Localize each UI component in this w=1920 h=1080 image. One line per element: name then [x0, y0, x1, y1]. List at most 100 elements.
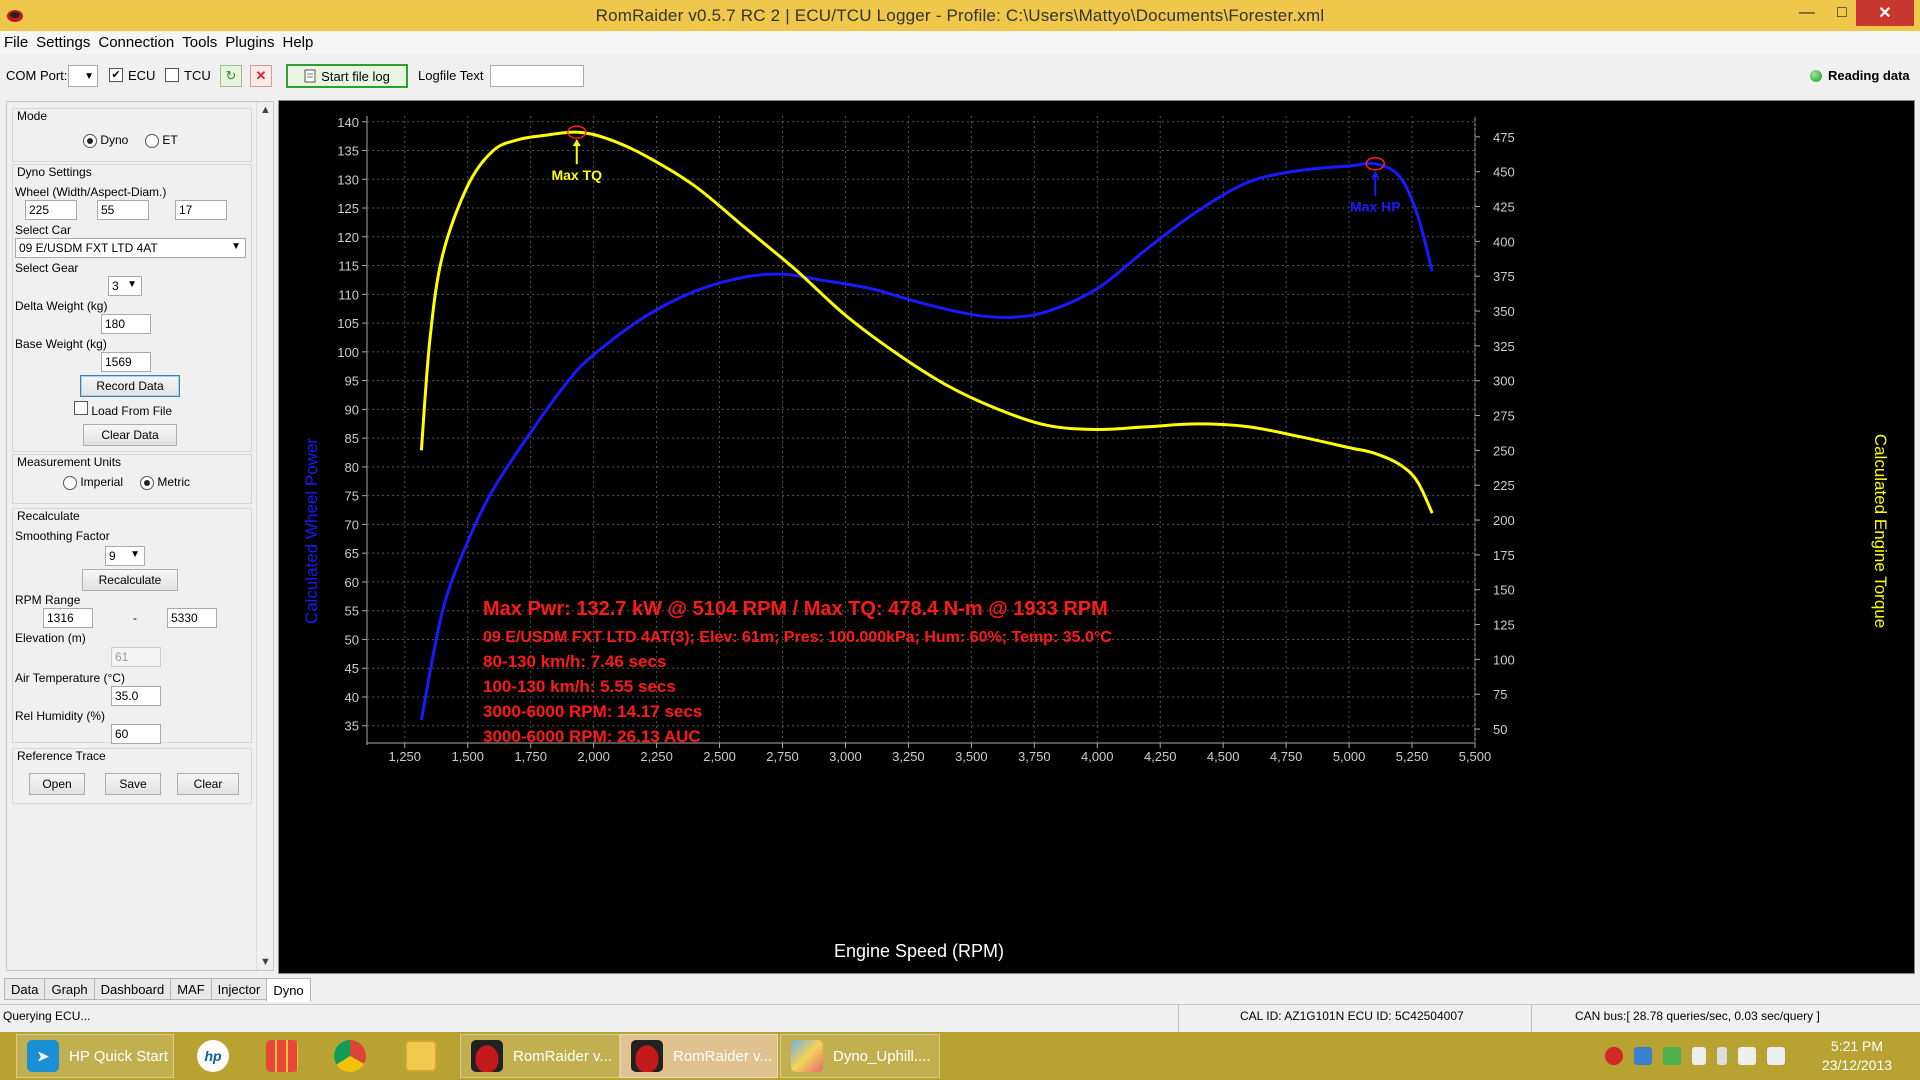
security-check-icon[interactable]: [1663, 1047, 1681, 1065]
airplane-mode-icon[interactable]: [1738, 1047, 1756, 1065]
gear-select[interactable]: 3 ▼: [108, 276, 142, 296]
x-tick-label: 1,250: [388, 749, 421, 764]
mode-group: Mode Dyno ET: [12, 108, 252, 162]
x-tick-label: 5,500: [1459, 749, 1492, 764]
taskbar-file-explorer[interactable]: [400, 1034, 442, 1078]
refresh-connection-icon[interactable]: ↻: [220, 65, 242, 87]
x-tick-label: 3,750: [1018, 749, 1051, 764]
romraider-app-icon[interactable]: [6, 6, 24, 24]
tab-dashboard[interactable]: Dashboard: [93, 978, 172, 1000]
ecu-checkbox[interactable]: ✔: [109, 68, 123, 82]
tab-data[interactable]: Data: [4, 978, 46, 1000]
romraider-icon: [631, 1040, 663, 1072]
recalculate-button[interactable]: Recalculate: [82, 569, 178, 591]
smoothing-factor-select[interactable]: 9 ▼: [105, 546, 145, 566]
status-divider: [1178, 1005, 1179, 1032]
open-reference-button[interactable]: Open: [29, 773, 85, 795]
chevron-down-icon: ▼: [127, 279, 137, 290]
menu-file[interactable]: File: [4, 34, 28, 51]
panel-scrollbar[interactable]: ▲ ▼: [256, 102, 273, 970]
close-button[interactable]: ✕: [1856, 0, 1914, 26]
taskbar-romraider-1[interactable]: RomRaider v...: [460, 1034, 620, 1078]
air-temperature-input[interactable]: [111, 686, 161, 706]
unit-metric-option[interactable]: Metric: [140, 475, 190, 490]
hp-logo-icon: hp: [197, 1040, 229, 1072]
rpm-max-input[interactable]: [167, 608, 217, 628]
wheel-aspect-input[interactable]: [97, 200, 149, 220]
y-right-tick-label: 125: [1493, 618, 1515, 633]
dyno-chart-panel: 1,250 1,500 1,750 2,000 2,250 2,500 2,750 3,000…: [278, 100, 1915, 974]
tab-maf[interactable]: MAF: [170, 978, 212, 1000]
summary-line-5: 3000-6000 RPM: 14.17 secs: [483, 702, 702, 721]
reference-trace-group: Reference Trace Open Save Clear: [12, 748, 252, 804]
taskbar-hp-quick-start[interactable]: ➤ HP Quick Start: [16, 1034, 174, 1078]
tab-dyno[interactable]: Dyno: [266, 978, 311, 1002]
scroll-up-icon[interactable]: ▲: [260, 104, 271, 116]
unit-imperial-option[interactable]: Imperial: [63, 475, 123, 490]
car-select[interactable]: 09 E/USDM FXT LTD 4AT ▼: [15, 238, 246, 258]
disconnect-icon[interactable]: ✕: [250, 65, 272, 87]
dyno-radio[interactable]: [83, 133, 97, 148]
clear-data-button[interactable]: Clear Data: [83, 424, 177, 446]
dyno-settings-group: Dyno Settings Wheel (Width/Aspect-Diam.)…: [12, 164, 252, 452]
dyno-chart: 1,250 1,500 1,750 2,000 2,250 2,500 2,750 3,000…: [302, 115, 1890, 961]
taskbar-chrome[interactable]: [330, 1034, 370, 1078]
menu-help[interactable]: Help: [283, 34, 314, 51]
menu-tools[interactable]: Tools: [182, 34, 217, 51]
et-radio[interactable]: [145, 133, 159, 148]
summary-text: Max Pwr: 132.7 kW @ 5104 RPM / Max TQ: 4…: [483, 598, 1112, 746]
wheel-width-input[interactable]: [25, 200, 77, 220]
delta-weight-input[interactable]: [101, 314, 151, 334]
menu-settings[interactable]: Settings: [36, 34, 90, 51]
menu-plugins[interactable]: Plugins: [225, 34, 274, 51]
taskbar-dyno-uphill[interactable]: Dyno_Uphill....: [780, 1034, 940, 1078]
start-file-log-button[interactable]: Start file log: [286, 64, 408, 88]
annotation-label: Max HP: [1350, 199, 1401, 215]
x-tick-label: 5,000: [1333, 749, 1366, 764]
base-weight-label: Base Weight (kg): [15, 337, 107, 351]
com-port-select[interactable]: ▼: [68, 65, 98, 87]
delta-weight-label: Delta Weight (kg): [15, 299, 108, 313]
y-right-axis-ticks: 50 75 100 125 150 175 200 225 250 275 300 325 350 375…: [1475, 130, 1515, 737]
logger-tabs: Data Graph Dashboard MAF Injector Dyno: [4, 978, 311, 1002]
taskbar-romraider-2[interactable]: RomRaider v...: [620, 1034, 778, 1078]
rel-humidity-input[interactable]: [111, 724, 161, 744]
record-data-button[interactable]: Record Data: [80, 375, 180, 397]
connection-status: Reading data: [1810, 68, 1910, 83]
rpm-min-input[interactable]: [43, 608, 93, 628]
reference-trace-title: Reference Trace: [17, 749, 106, 763]
load-from-file-checkbox[interactable]: [74, 401, 88, 415]
flag-icon[interactable]: [1692, 1047, 1706, 1065]
y-right-tick-label: 250: [1493, 443, 1515, 458]
summary-line-6: 3000-6000 RPM: 26.13 AUC: [483, 727, 701, 746]
tcu-checkbox[interactable]: [165, 68, 179, 82]
load-from-file-option[interactable]: Load From File: [74, 401, 172, 418]
y-right-tick-label: 50: [1493, 722, 1507, 737]
menu-connection[interactable]: Connection: [98, 34, 174, 51]
scroll-down-icon[interactable]: ▼: [260, 956, 271, 968]
x-tick-label: 3,000: [829, 749, 862, 764]
y-left-tick-label: 100: [337, 345, 359, 360]
logfile-text-input[interactable]: [490, 65, 584, 87]
battery-icon[interactable]: [1717, 1047, 1727, 1065]
base-weight-input[interactable]: [101, 352, 151, 372]
metric-radio[interactable]: [140, 475, 154, 490]
x-tick-label: 4,250: [1144, 749, 1177, 764]
tab-graph[interactable]: Graph: [44, 978, 95, 1000]
wheel-diameter-input[interactable]: [175, 200, 227, 220]
mode-et-option[interactable]: ET: [145, 133, 178, 148]
system-clock[interactable]: 5:21 PM 23/12/2013: [1812, 1037, 1902, 1075]
select-gear-label: Select Gear: [15, 261, 79, 275]
clear-reference-button[interactable]: Clear: [177, 773, 239, 795]
mode-dyno-option[interactable]: Dyno: [83, 133, 128, 148]
taskbar-start-screen[interactable]: [262, 1034, 302, 1078]
save-reference-button[interactable]: Save: [105, 773, 161, 795]
y-right-tick-label: 75: [1493, 687, 1507, 702]
imperial-radio[interactable]: [63, 475, 77, 490]
beats-audio-icon[interactable]: [1605, 1047, 1623, 1065]
taskbar-hp-support[interactable]: hp: [188, 1034, 238, 1078]
volume-muted-icon[interactable]: [1767, 1047, 1785, 1065]
outlook-icon[interactable]: [1634, 1047, 1652, 1065]
y-left-tick-label: 75: [345, 489, 359, 504]
tab-injector[interactable]: Injector: [210, 978, 268, 1000]
